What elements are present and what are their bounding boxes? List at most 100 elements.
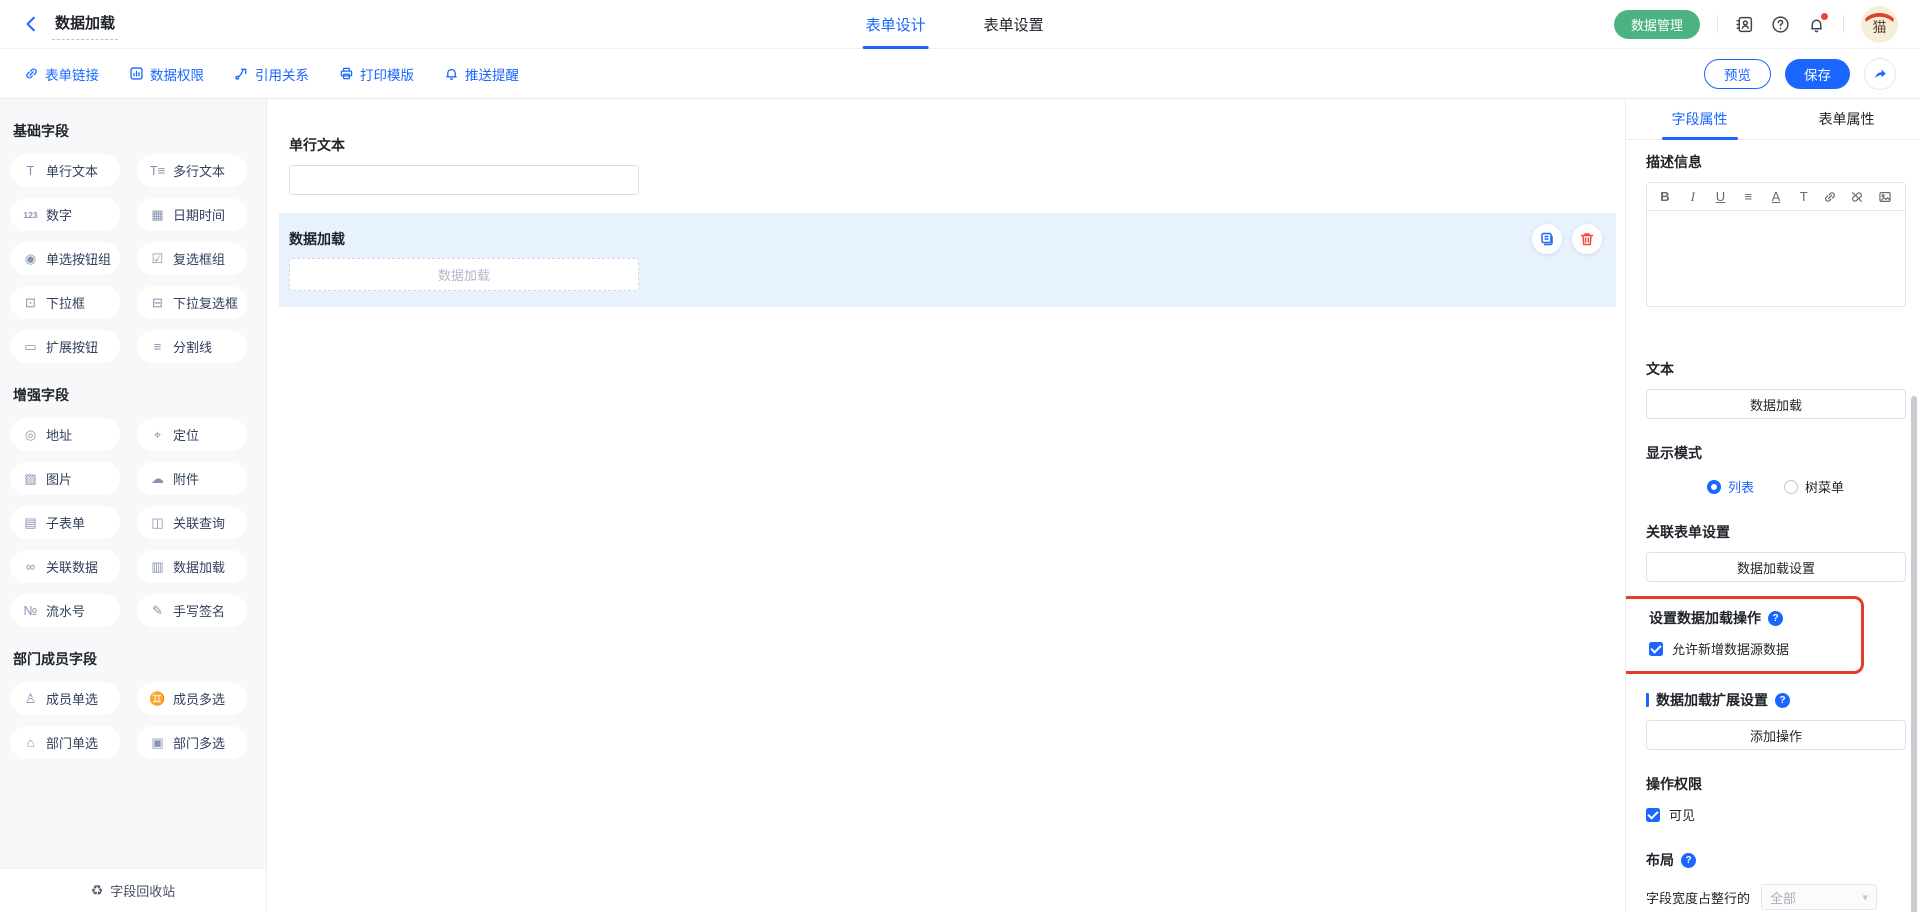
page-title[interactable]: 数据加载 (52, 9, 118, 40)
field-item-datetime[interactable]: ▦ 日期时间 (137, 198, 247, 231)
radio-option-list[interactable]: 列表 (1707, 477, 1754, 496)
data-manage-button[interactable]: 数据管理 (1614, 10, 1700, 39)
field-item-dept-multi[interactable]: ▣ 部门多选 (137, 726, 247, 759)
allow-add-datasource-checkbox[interactable] (1649, 642, 1663, 656)
bold-button[interactable]: B (1656, 189, 1674, 204)
printer-icon (339, 66, 354, 81)
align-button[interactable]: ≡ (1739, 189, 1757, 204)
field-item-single-text[interactable]: T 单行文本 (10, 154, 120, 187)
data-load-settings-button[interactable]: 数据加载设置 (1646, 552, 1906, 582)
description-textarea[interactable] (1647, 211, 1905, 301)
field-item-serial-number[interactable]: № 流水号 (10, 594, 120, 627)
text-label: 文本 (1646, 359, 1905, 379)
field-item-related-query[interactable]: ◫ 关联查询 (137, 506, 247, 539)
member-single-icon: ♙ (22, 691, 39, 707)
field-item-select[interactable]: ⊡ 下拉框 (10, 286, 120, 319)
field-item-radio-group[interactable]: ◉ 单选按钮组 (10, 242, 120, 275)
push-reminder-item[interactable]: 推送提醒 (444, 64, 519, 84)
canvas-field-single-text[interactable]: 单行文本 (289, 135, 1625, 195)
contact-book-icon[interactable] (1735, 15, 1754, 34)
field-item-address[interactable]: ◎ 地址 (10, 418, 120, 451)
data-load-widget[interactable]: 数据加载 (289, 258, 639, 291)
copy-field-button[interactable] (1532, 224, 1562, 254)
field-recycle-bin[interactable]: ♻ 字段回收站 (0, 868, 266, 912)
print-template-item[interactable]: 打印模版 (339, 64, 414, 84)
section-dept-member-fields: 部门成员字段 (13, 649, 256, 669)
display-mode-label: 显示模式 (1646, 443, 1905, 463)
number-icon: 123 (22, 210, 39, 220)
field-item-number[interactable]: 123 数字 (10, 198, 120, 231)
dept-multi-icon: ▣ (149, 735, 166, 751)
field-item-attachment[interactable]: ☁ 附件 (137, 462, 247, 495)
field-item-member-single[interactable]: ♙ 成员单选 (10, 682, 120, 715)
underline-button[interactable]: U (1712, 189, 1730, 204)
field-item-data-load[interactable]: ▥ 数据加载 (137, 550, 247, 583)
field-item-location[interactable]: ⌖ 定位 (137, 418, 247, 451)
unlink-icon (1850, 190, 1864, 204)
add-operation-button[interactable]: 添加操作 (1646, 720, 1906, 750)
help-icon[interactable] (1771, 15, 1790, 34)
checkbox-label: 允许新增数据源数据 (1672, 639, 1789, 658)
section-accent-bar (1646, 693, 1649, 707)
help-question-icon[interactable]: ? (1775, 693, 1790, 708)
field-item-signature[interactable]: ✎ 手写签名 (137, 594, 247, 627)
insert-link-button[interactable] (1823, 190, 1841, 204)
help-question-icon[interactable]: ? (1681, 853, 1696, 868)
notification-dot (1820, 12, 1829, 21)
reference-relation-item[interactable]: 引用关系 (234, 64, 309, 84)
field-item-member-multi[interactable]: ♊ 成员多选 (137, 682, 247, 715)
field-item-subform[interactable]: ▤ 子表单 (10, 506, 120, 539)
richtext-toolbar: B I U ≡ A T (1647, 183, 1905, 211)
italic-button[interactable]: I (1684, 189, 1702, 205)
member-multi-icon: ♊ (149, 691, 166, 707)
dept-single-icon: ⌂ (22, 735, 39, 750)
field-item-image[interactable]: ▨ 图片 (10, 462, 120, 495)
data-permission-item[interactable]: 数据权限 (129, 64, 204, 84)
data-load-chart-icon: ▥ (149, 559, 166, 575)
save-button[interactable]: 保存 (1785, 59, 1850, 89)
back-icon[interactable] (22, 15, 40, 33)
description-label: 描述信息 (1646, 152, 1905, 172)
radio-option-tree[interactable]: 树菜单 (1784, 477, 1844, 496)
top-bar: 数据加载 表单设计 表单设置 数据管理 (0, 0, 1920, 49)
properties-panel: 字段属性 表单属性 描述信息 B I U ≡ A T (1625, 99, 1920, 912)
field-width-select[interactable]: 全部 ▾ (1761, 884, 1877, 910)
notification-bell-icon[interactable] (1807, 15, 1826, 34)
field-item-related-data[interactable]: ∞ 关联数据 (10, 550, 120, 583)
field-item-multi-select[interactable]: ⊟ 下拉复选框 (137, 286, 247, 319)
field-item-checkbox-group[interactable]: ☑ 复选框组 (137, 242, 247, 275)
share-button[interactable] (1864, 58, 1896, 90)
field-item-multi-text[interactable]: T≡ 多行文本 (137, 154, 247, 187)
image-icon: ▨ (22, 471, 39, 487)
field-item-dept-single[interactable]: ⌂ 部门单选 (10, 726, 120, 759)
extension-label: 数据加载扩展设置 (1656, 690, 1768, 710)
font-color-button[interactable]: A (1767, 189, 1785, 204)
trash-icon (1579, 231, 1595, 247)
single-text-input[interactable] (289, 165, 639, 195)
avatar[interactable]: 猫 (1861, 6, 1898, 43)
tab-field-properties[interactable]: 字段属性 (1626, 99, 1773, 139)
single-text-icon: T (22, 163, 39, 178)
remove-link-button[interactable] (1850, 190, 1868, 204)
help-question-icon[interactable]: ? (1768, 611, 1783, 626)
form-link-item[interactable]: 表单链接 (24, 64, 99, 84)
preview-button[interactable]: 预览 (1704, 59, 1771, 89)
divider-icon: ≡ (149, 339, 166, 354)
tab-form-design[interactable]: 表单设计 (866, 0, 926, 49)
visible-checkbox[interactable] (1646, 808, 1660, 822)
field-text-input[interactable] (1646, 389, 1906, 419)
field-item-divider[interactable]: ≡ 分割线 (137, 330, 247, 363)
font-size-button[interactable]: T (1795, 189, 1813, 204)
canvas-field-data-load-selected[interactable]: 数据加载 数据加载 (279, 213, 1616, 307)
section-basic-fields: 基础字段 (13, 121, 256, 141)
main-tabs: 表单设计 表单设置 (866, 0, 1044, 49)
delete-field-button[interactable] (1572, 224, 1602, 254)
tab-form-properties[interactable]: 表单属性 (1773, 99, 1920, 139)
tab-form-settings[interactable]: 表单设置 (984, 0, 1044, 49)
field-item-extend-button[interactable]: ▭ 扩展按钮 (10, 330, 120, 363)
divider (1843, 15, 1844, 33)
field-width-label: 字段宽度占整行的 (1646, 888, 1750, 907)
annotation-highlight-box: 设置数据加载操作 ? 允许新增数据源数据 (1626, 596, 1864, 674)
panel-scrollbar[interactable] (1911, 396, 1917, 912)
insert-image-button[interactable] (1878, 190, 1896, 204)
